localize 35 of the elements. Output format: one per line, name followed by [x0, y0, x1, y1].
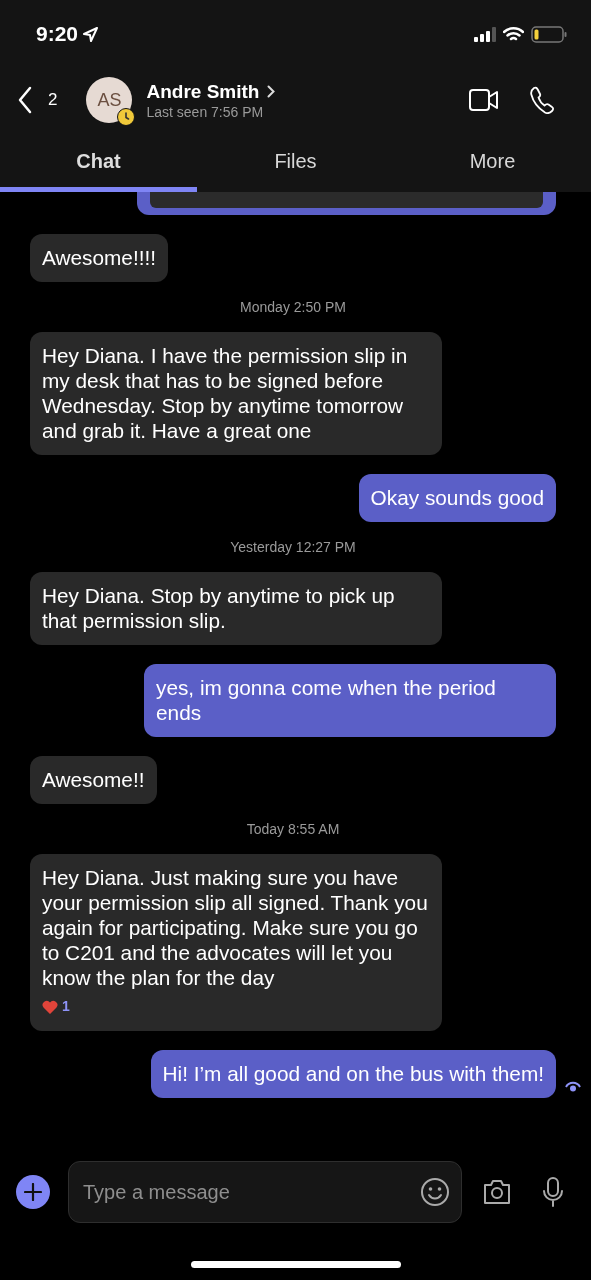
- clock-icon: [117, 108, 136, 126]
- wifi-icon: [503, 26, 524, 42]
- message-input-field[interactable]: Type a message: [68, 1161, 462, 1223]
- battery-icon: [531, 25, 567, 43]
- tab[interactable]: More: [394, 132, 591, 192]
- add-button[interactable]: [16, 1175, 50, 1209]
- presence-status: Last seen 7:56 PM: [146, 103, 265, 120]
- message-text: Okay sounds good: [370, 486, 544, 509]
- signal-icon: [474, 26, 496, 42]
- microphone-icon[interactable]: [542, 1177, 564, 1207]
- timestamp: Today 8:55 AM: [246, 821, 340, 837]
- heart-icon: [42, 999, 58, 1014]
- chevron-right-icon: [267, 85, 276, 98]
- message-text: Awesome!!!!: [42, 246, 157, 269]
- message-text: Hey Diana. Stop by anytime to pick up that permission slip.: [42, 584, 395, 632]
- back-button[interactable]: 2: [18, 86, 58, 114]
- location-arrow-icon: [82, 25, 100, 43]
- avatar-initials: AS: [97, 89, 122, 111]
- message-text: yes, im gonna come when the period ends: [156, 676, 496, 724]
- emoji-icon[interactable]: [420, 1177, 450, 1207]
- timestamp: Yesterday 12:27 PM: [230, 539, 356, 555]
- camera-icon[interactable]: [482, 1179, 512, 1205]
- phone-call-icon[interactable]: [529, 86, 555, 114]
- message-text: Hey Diana. Just making sure you have your permission slip all signed. Thank you again for participating. Make sure you go to C201 and the advocates will let you know the plan for the day: [42, 866, 428, 989]
- reaction-count: 1: [62, 997, 70, 1016]
- clock-time: 9:20: [36, 22, 79, 46]
- video-call-icon[interactable]: [469, 89, 499, 111]
- message-text: Hi! I’m all good and on the bus with them!: [162, 1062, 544, 1085]
- tab[interactable]: Files: [197, 132, 394, 192]
- message-text: Hey Diana. I have the permission slip in my desk that has to be signed before Wednesday. Stop by anytime tomorrow and grab it. Have a great one: [42, 344, 408, 442]
- plus-icon: [24, 1183, 42, 1201]
- chevron-left-icon: [18, 86, 32, 114]
- timestamp: Monday 2:50 PM: [240, 299, 346, 315]
- contact-name[interactable]: Andre Smith: [146, 80, 276, 103]
- message-text: Awesome!!: [42, 768, 145, 791]
